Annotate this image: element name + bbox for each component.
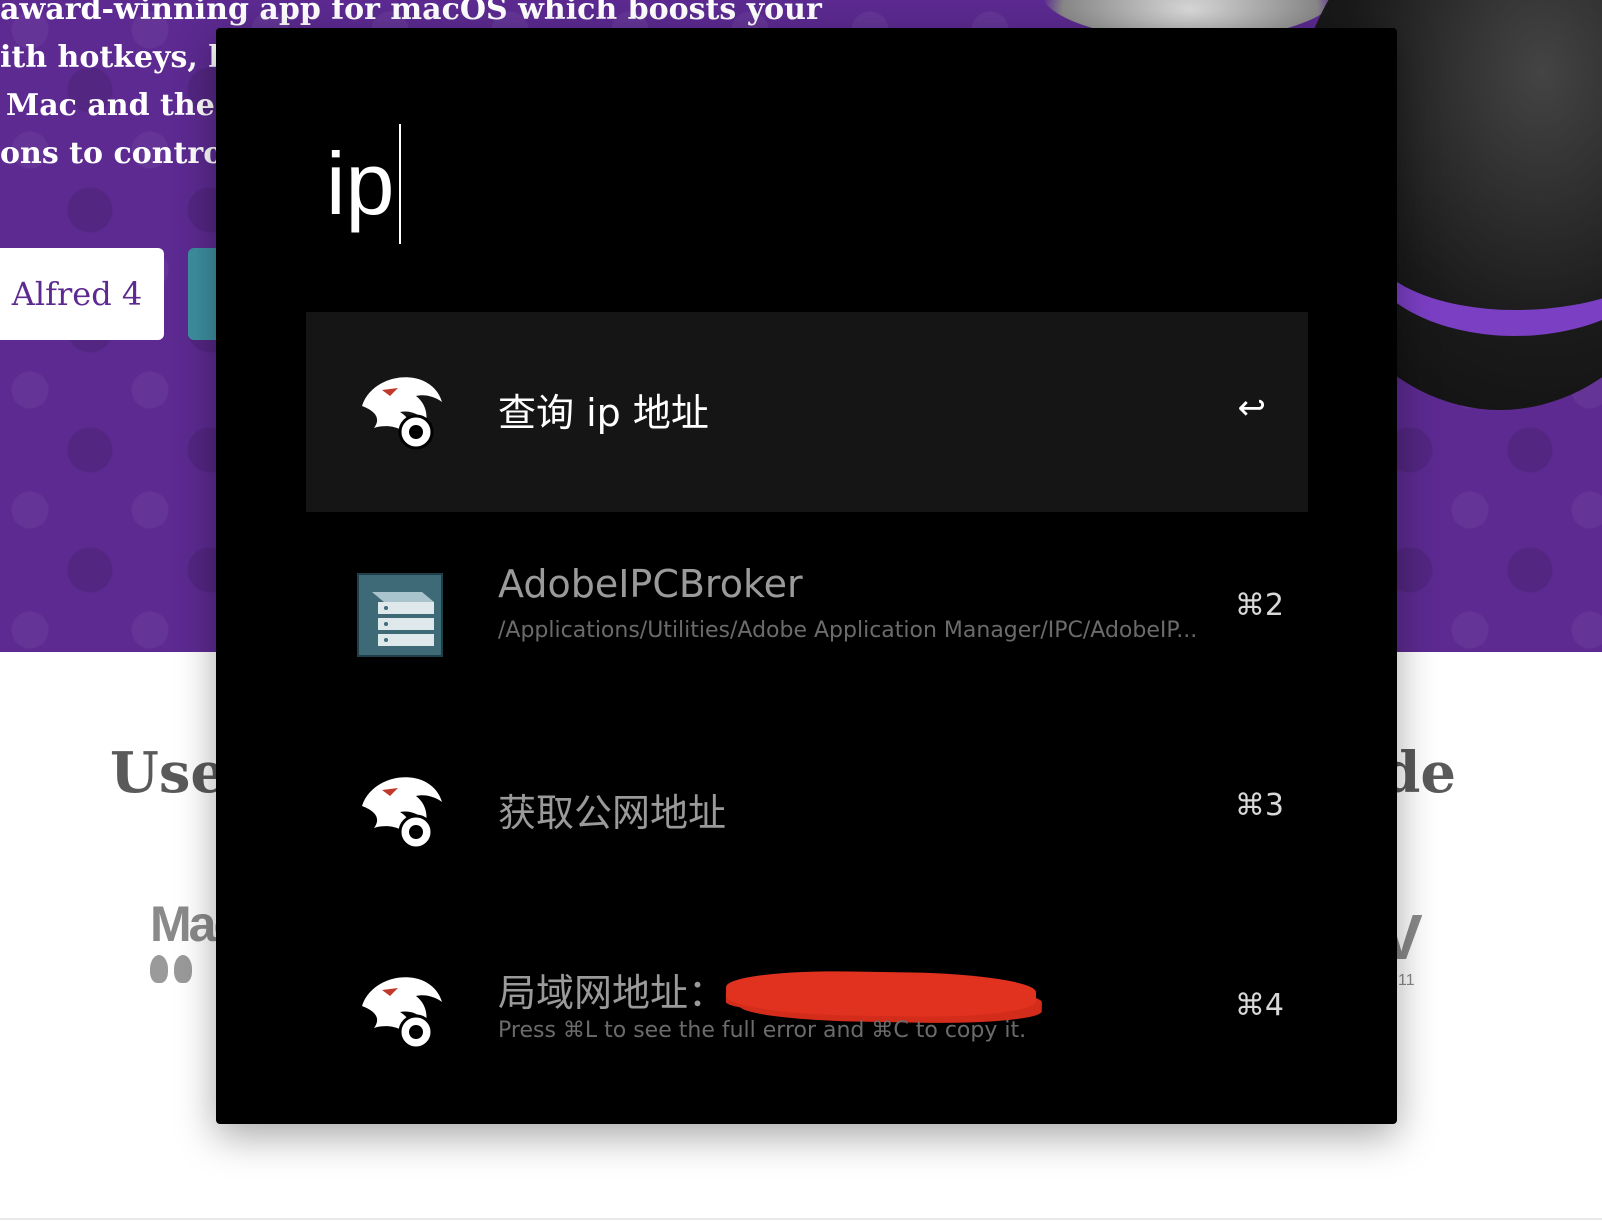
alfred-workflow-icon [362,777,442,850]
search-query-field[interactable]: ip [326,124,401,244]
result-item-3[interactable]: 获取公网地址 ⌘3 [306,712,1308,912]
result-item-2[interactable]: AdobeIPCBroker /Applications/Utilities/A… [306,512,1308,712]
alfred-workflow-icon [362,377,442,450]
result-title: 获取公网地址 [498,791,727,835]
result-item-1[interactable]: 查询 ip 地址 ↩ [306,312,1308,512]
press-logo-right-sub: 11 [1398,972,1415,989]
result-title: 局域网地址： [498,971,727,1015]
search-query-text: ip [326,134,395,233]
press-logo-text: Mac [150,896,241,952]
result-subtitle: /Applications/Utilities/Adobe Applicatio… [498,618,1198,643]
app-server-icon [357,573,443,657]
result-subtitle: Press ⌘L to see the full error and ⌘C to… [498,1018,1027,1043]
mouse-rating-icon [174,955,192,983]
result-title: 查询 ip 地址 [498,391,709,435]
results-list: 查询 ip 地址 ↩ AdobeIPCBroker /Applications/… [306,312,1308,1112]
alfred-workflow-icon [362,977,442,1050]
mouse-rating-icon [150,955,168,983]
text-caret [398,124,401,244]
result-item-4[interactable]: 局域网地址： Press ⌘L to see the full error an… [306,912,1308,1112]
result-shortcut: ⌘2 [1234,588,1284,623]
return-key-icon: ↩ [1237,388,1267,428]
download-alfred-button[interactable]: Alfred 4 [0,248,164,340]
result-shortcut: ⌘3 [1234,788,1284,823]
section-heading-left: Use [110,740,226,806]
alfred-launcher: ip 查询 ip 地址 ↩ AdobeIPCBroker /Applicatio… [216,28,1397,1124]
rating-mice [150,955,220,983]
press-logo-macworld: Mac [150,895,241,1005]
page-divider [0,1218,1602,1220]
redaction-mark [725,969,1037,1019]
result-shortcut: ⌘4 [1234,988,1284,1023]
result-title: AdobeIPCBroker [498,562,803,606]
